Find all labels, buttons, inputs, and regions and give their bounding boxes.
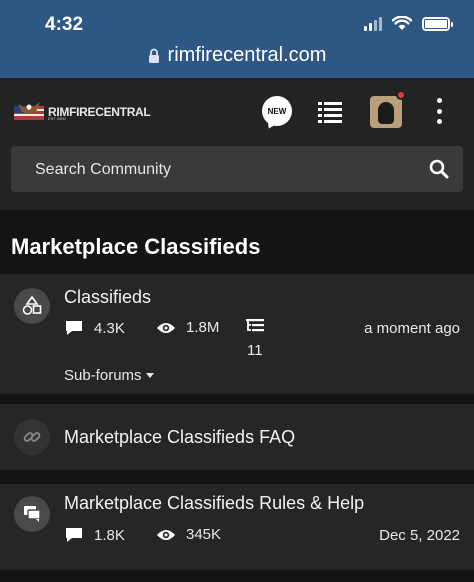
forum-row-classifieds[interactable]: Classifieds 4.3K 1.8M 11 a moment ago Su…	[0, 274, 474, 394]
thread-count: 4.3K	[64, 319, 125, 337]
search-placeholder: Search Community	[35, 161, 172, 178]
address-bar[interactable]: rimfirecentral.com	[0, 44, 474, 67]
view-count: 1.8M	[156, 319, 219, 336]
subforum-count-value: 11	[247, 342, 263, 359]
thread-count: 1.8K	[64, 526, 125, 544]
subforum-icon	[246, 319, 264, 332]
forum-row-faq[interactable]: Marketplace Classifieds FAQ	[0, 404, 474, 470]
eye-icon	[157, 322, 175, 333]
list-icon[interactable]	[318, 100, 342, 124]
logo-subtext: EST 2000	[48, 116, 66, 121]
status-icons	[364, 16, 453, 31]
thread-count-value: 4.3K	[94, 319, 125, 337]
view-count: 345K	[156, 526, 221, 543]
shapes-icon	[14, 288, 50, 324]
forum-row-rules[interactable]: Marketplace Classifieds Rules & Help 1.8…	[0, 484, 474, 570]
notification-dot	[396, 90, 406, 100]
site-logo[interactable]: RIMFIRECENTRAL EST 2000	[12, 100, 151, 124]
browser-chrome: 4:32 rimfirecentral.com	[0, 0, 474, 78]
wifi-icon	[392, 16, 412, 30]
caret-down-icon	[145, 373, 154, 378]
view-count-value: 345K	[186, 526, 222, 543]
battery-icon	[422, 16, 453, 31]
subforums-dropdown[interactable]: Sub-forums	[64, 367, 154, 384]
comment-icon	[66, 528, 82, 542]
more-menu-icon[interactable]	[434, 98, 444, 124]
last-activity[interactable]: a moment ago	[364, 320, 460, 337]
forum-title[interactable]: Marketplace Classifieds FAQ	[64, 427, 295, 448]
eye-icon	[157, 529, 175, 540]
comment-icon	[66, 321, 82, 335]
forum-title[interactable]: Classifieds	[64, 287, 151, 308]
status-time: 4:32	[45, 14, 84, 35]
subforums-label: Sub-forums	[64, 367, 142, 384]
thread-count-value: 1.8K	[94, 526, 125, 544]
search-icon[interactable]	[429, 159, 449, 179]
chat-icon	[14, 496, 50, 532]
signal-icon	[364, 16, 382, 31]
new-posts-button[interactable]: NEW	[262, 96, 292, 126]
eagle-flag-icon	[14, 102, 44, 120]
forum-title[interactable]: Marketplace Classifieds Rules & Help	[64, 493, 364, 514]
last-activity[interactable]: Dec 5, 2022	[379, 527, 460, 544]
link-icon	[14, 419, 50, 455]
search-input[interactable]: Search Community	[11, 146, 463, 192]
lock-icon	[148, 48, 159, 63]
user-avatar[interactable]	[370, 96, 402, 128]
url-text: rimfirecentral.com	[167, 44, 327, 66]
avatar-image	[378, 102, 394, 124]
subforum-count	[246, 319, 264, 335]
view-count-value: 1.8M	[186, 319, 220, 336]
page-title: Marketplace Classifieds	[11, 234, 261, 259]
